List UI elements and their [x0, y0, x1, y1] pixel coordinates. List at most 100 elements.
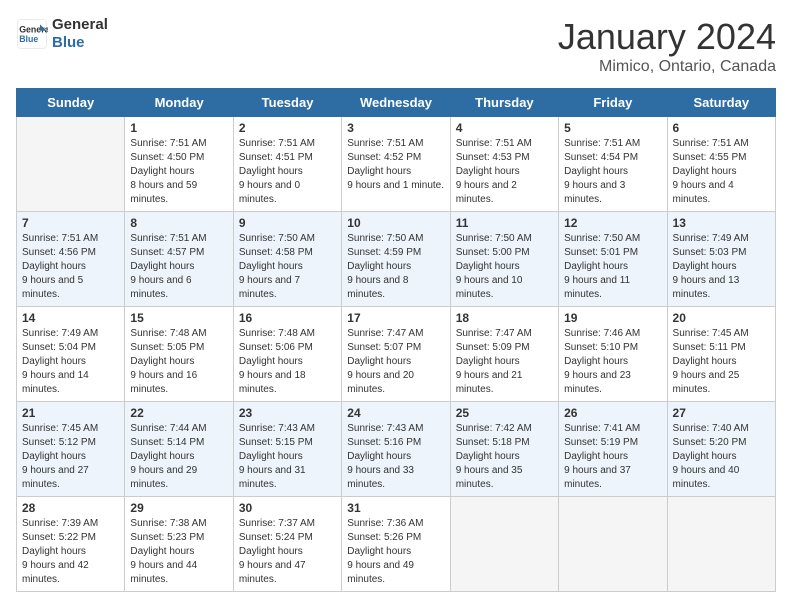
day-info: Sunrise: 7:46 AMSunset: 5:10 PMDaylight …: [564, 327, 661, 397]
day-info: Sunrise: 7:44 AMSunset: 5:14 PMDaylight …: [130, 422, 227, 492]
svg-text:Blue: Blue: [19, 34, 38, 44]
calendar-day-cell: 21 Sunrise: 7:45 AMSunset: 5:12 PMDayligh…: [17, 402, 125, 497]
day-info: Sunrise: 7:51 AMSunset: 4:54 PMDaylight …: [564, 137, 661, 207]
day-info: Sunrise: 7:37 AMSunset: 5:24 PMDaylight …: [239, 517, 336, 587]
logo: General Blue General Blue: [16, 16, 108, 52]
day-number: 25: [456, 406, 553, 420]
day-number: 30: [239, 501, 336, 515]
day-number: 23: [239, 406, 336, 420]
logo-icon: General Blue: [16, 18, 48, 50]
day-info: Sunrise: 7:43 AMSunset: 5:15 PMDaylight …: [239, 422, 336, 492]
day-number: 27: [673, 406, 770, 420]
calendar-day-cell: 24 Sunrise: 7:43 AMSunset: 5:16 PMDayligh…: [342, 402, 450, 497]
day-info: Sunrise: 7:51 AMSunset: 4:52 PMDaylight …: [347, 137, 444, 193]
calendar-day-cell: [559, 497, 667, 592]
calendar-day-cell: 26Sunrise: 7:41 AMSunset: 5:19 PMDayligh…: [559, 402, 667, 497]
day-number: 17: [347, 311, 444, 325]
day-info: Sunrise: 7:50 AMSunset: 5:01 PMDaylight …: [564, 232, 661, 302]
calendar-day-cell: 3 Sunrise: 7:51 AMSunset: 4:52 PMDaylight…: [342, 117, 450, 212]
calendar-day-cell: 13Sunrise: 7:49 AMSunset: 5:03 PMDayligh…: [667, 212, 775, 307]
logo-line2: Blue: [52, 34, 108, 52]
day-number: 10: [347, 216, 444, 230]
calendar-day-cell: [667, 497, 775, 592]
day-info: Sunrise: 7:49 AMSunset: 5:04 PMDaylight …: [22, 327, 119, 397]
calendar-day-cell: 9 Sunrise: 7:50 AMSunset: 4:58 PMDaylight…: [233, 212, 341, 307]
title-area: January 2024 Mimico, Ontario, Canada: [558, 16, 776, 76]
calendar-day-cell: 25 Sunrise: 7:42 AMSunset: 5:18 PMDayligh…: [450, 402, 558, 497]
calendar-week-row: 7Sunrise: 7:51 AMSunset: 4:56 PMDaylight…: [17, 212, 776, 307]
day-info: Sunrise: 7:47 AMSunset: 5:09 PMDaylight …: [456, 327, 553, 397]
day-number: 21: [22, 406, 119, 420]
day-info: Sunrise: 7:40 AMSunset: 5:20 PMDaylight …: [673, 422, 770, 492]
calendar-day-cell: 1 Sunrise: 7:51 AMSunset: 4:50 PMDaylight…: [125, 117, 233, 212]
calendar-day-cell: 29 Sunrise: 7:38 AMSunset: 5:23 PMDayligh…: [125, 497, 233, 592]
day-info: Sunrise: 7:42 AMSunset: 5:18 PMDaylight …: [456, 422, 553, 492]
day-info: Sunrise: 7:51 AMSunset: 4:56 PMDaylight …: [22, 232, 119, 302]
calendar-day-cell: 10 Sunrise: 7:50 AMSunset: 4:59 PMDayligh…: [342, 212, 450, 307]
main-title: January 2024: [558, 16, 776, 58]
calendar-day-cell: 18 Sunrise: 7:47 AMSunset: 5:09 PMDayligh…: [450, 307, 558, 402]
day-info: Sunrise: 7:51 AMSunset: 4:55 PMDaylight …: [673, 137, 770, 207]
day-info: Sunrise: 7:51 AMSunset: 4:57 PMDaylight …: [130, 232, 227, 302]
day-info: Sunrise: 7:50 AMSunset: 4:59 PMDaylight …: [347, 232, 444, 302]
calendar-day-cell: 19Sunrise: 7:46 AMSunset: 5:10 PMDayligh…: [559, 307, 667, 402]
day-number: 29: [130, 501, 227, 515]
weekday-header-tuesday: Tuesday: [233, 89, 341, 117]
weekday-header-sunday: Sunday: [17, 89, 125, 117]
day-info: Sunrise: 7:45 AMSunset: 5:11 PMDaylight …: [673, 327, 770, 397]
day-number: 8: [130, 216, 227, 230]
calendar-day-cell: 20 Sunrise: 7:45 AMSunset: 5:11 PMDayligh…: [667, 307, 775, 402]
day-number: 28: [22, 501, 119, 515]
day-info: Sunrise: 7:45 AMSunset: 5:12 PMDaylight …: [22, 422, 119, 492]
day-number: 20: [673, 311, 770, 325]
page-header: General Blue General Blue January 2024 M…: [16, 16, 776, 76]
day-number: 1: [130, 121, 227, 135]
calendar-week-row: 21 Sunrise: 7:45 AMSunset: 5:12 PMDayligh…: [17, 402, 776, 497]
day-info: Sunrise: 7:50 AMSunset: 5:00 PMDaylight …: [456, 232, 553, 302]
calendar-day-cell: [17, 117, 125, 212]
day-number: 31: [347, 501, 444, 515]
day-number: 15: [130, 311, 227, 325]
day-info: Sunrise: 7:38 AMSunset: 5:23 PMDaylight …: [130, 517, 227, 587]
calendar-day-cell: 5Sunrise: 7:51 AMSunset: 4:54 PMDaylight…: [559, 117, 667, 212]
calendar-day-cell: 2 Sunrise: 7:51 AMSunset: 4:51 PMDaylight…: [233, 117, 341, 212]
weekday-header-row: SundayMondayTuesdayWednesdayThursdayFrid…: [17, 89, 776, 117]
day-number: 6: [673, 121, 770, 135]
day-info: Sunrise: 7:39 AMSunset: 5:22 PMDaylight …: [22, 517, 119, 587]
calendar-day-cell: 28 Sunrise: 7:39 AMSunset: 5:22 PMDayligh…: [17, 497, 125, 592]
calendar-day-cell: 30 Sunrise: 7:37 AMSunset: 5:24 PMDayligh…: [233, 497, 341, 592]
weekday-header-thursday: Thursday: [450, 89, 558, 117]
day-number: 3: [347, 121, 444, 135]
day-number: 13: [673, 216, 770, 230]
day-info: Sunrise: 7:51 AMSunset: 4:50 PMDaylight …: [130, 137, 227, 207]
calendar-day-cell: [450, 497, 558, 592]
weekday-header-wednesday: Wednesday: [342, 89, 450, 117]
calendar-header: SundayMondayTuesdayWednesdayThursdayFrid…: [17, 89, 776, 117]
calendar-day-cell: 31 Sunrise: 7:36 AMSunset: 5:26 PMDayligh…: [342, 497, 450, 592]
day-info: Sunrise: 7:51 AMSunset: 4:51 PMDaylight …: [239, 137, 336, 207]
calendar-table: SundayMondayTuesdayWednesdayThursdayFrid…: [16, 88, 776, 592]
day-info: Sunrise: 7:36 AMSunset: 5:26 PMDaylight …: [347, 517, 444, 587]
day-number: 9: [239, 216, 336, 230]
day-number: 2: [239, 121, 336, 135]
day-info: Sunrise: 7:47 AMSunset: 5:07 PMDaylight …: [347, 327, 444, 397]
day-number: 11: [456, 216, 553, 230]
calendar-week-row: 1 Sunrise: 7:51 AMSunset: 4:50 PMDaylight…: [17, 117, 776, 212]
day-info: Sunrise: 7:48 AMSunset: 5:06 PMDaylight …: [239, 327, 336, 397]
day-number: 12: [564, 216, 661, 230]
weekday-header-monday: Monday: [125, 89, 233, 117]
calendar-day-cell: 15 Sunrise: 7:48 AMSunset: 5:05 PMDayligh…: [125, 307, 233, 402]
day-number: 18: [456, 311, 553, 325]
calendar-day-cell: 23 Sunrise: 7:43 AMSunset: 5:15 PMDayligh…: [233, 402, 341, 497]
day-number: 24: [347, 406, 444, 420]
calendar-day-cell: 8 Sunrise: 7:51 AMSunset: 4:57 PMDaylight…: [125, 212, 233, 307]
subtitle: Mimico, Ontario, Canada: [558, 58, 776, 76]
day-number: 14: [22, 311, 119, 325]
day-info: Sunrise: 7:48 AMSunset: 5:05 PMDaylight …: [130, 327, 227, 397]
day-info: Sunrise: 7:50 AMSunset: 4:58 PMDaylight …: [239, 232, 336, 302]
day-info: Sunrise: 7:51 AMSunset: 4:53 PMDaylight …: [456, 137, 553, 207]
day-info: Sunrise: 7:43 AMSunset: 5:16 PMDaylight …: [347, 422, 444, 492]
calendar-day-cell: 7Sunrise: 7:51 AMSunset: 4:56 PMDaylight…: [17, 212, 125, 307]
calendar-day-cell: 14 Sunrise: 7:49 AMSunset: 5:04 PMDayligh…: [17, 307, 125, 402]
day-number: 4: [456, 121, 553, 135]
